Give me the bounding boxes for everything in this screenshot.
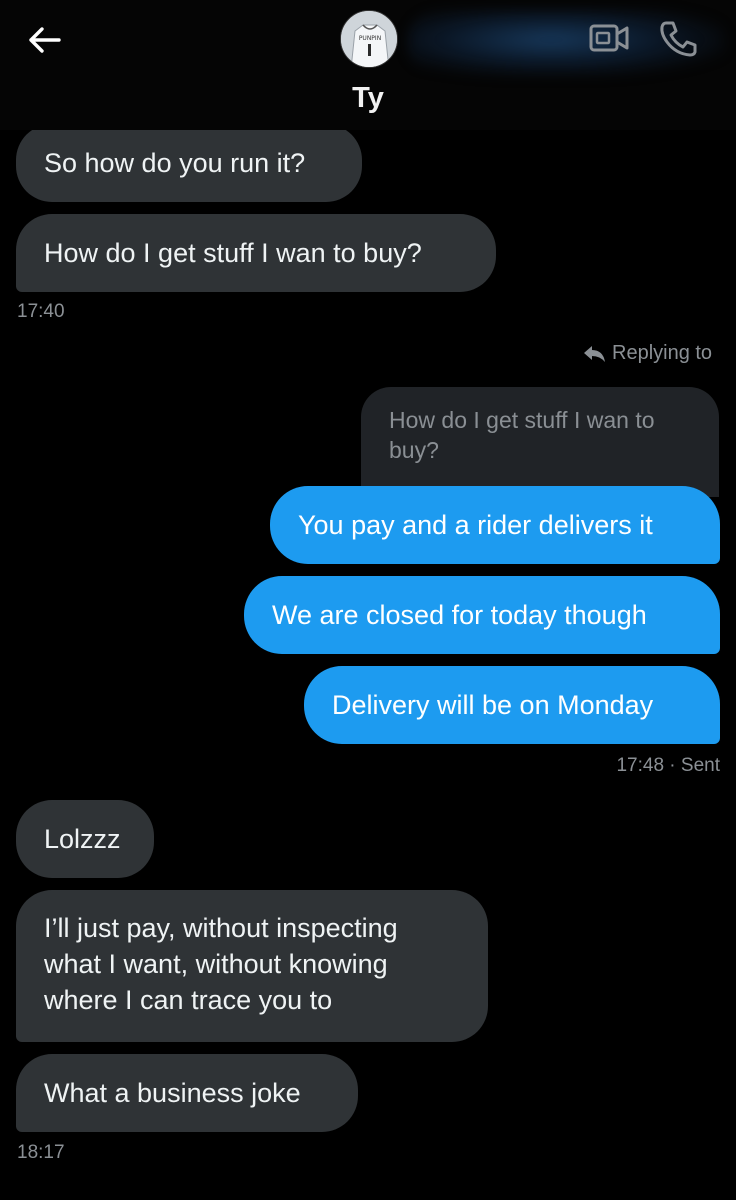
quoted-message[interactable]: How do I get stuff I wan to buy?	[361, 387, 719, 497]
message-incoming[interactable]: I’ll just pay, without inspecting what I…	[16, 890, 488, 1042]
avatar-jersey-text: PUNPIN	[359, 35, 381, 42]
video-call-icon	[589, 24, 629, 52]
message-incoming[interactable]: Lolzzz	[16, 800, 154, 878]
replying-to-text: Replying to	[612, 342, 713, 364]
phone-call-button[interactable]	[656, 18, 700, 58]
message-text: I’ll just pay, without inspecting what I…	[44, 913, 398, 1015]
message-timestamp-sent: 17:48 · Sent	[616, 755, 720, 776]
message-timestamp: 18:17	[17, 1142, 65, 1163]
message-incoming[interactable]: What a business joke	[16, 1054, 358, 1132]
reply-icon	[584, 345, 605, 362]
video-call-button[interactable]	[588, 20, 630, 56]
contact-name[interactable]: Ty	[318, 82, 418, 115]
message-text: We are closed for today though	[272, 600, 647, 630]
replying-to-label[interactable]: Replying to	[582, 342, 712, 365]
avatar[interactable]: PUNPIN	[340, 10, 398, 68]
chat-header: PUNPIN Ty	[0, 0, 736, 130]
message-outgoing[interactable]: We are closed for today though	[244, 576, 720, 654]
message-timestamp: 17:40	[17, 301, 65, 322]
message-text: You pay and a rider delivers it	[298, 510, 653, 540]
message-text: What a business joke	[44, 1078, 301, 1108]
message-incoming[interactable]: How do I get stuff I wan to buy?	[16, 214, 496, 292]
message-text: How do I get stuff I wan to buy?	[44, 238, 422, 268]
phone-icon	[660, 21, 697, 57]
message-text: Delivery will be on Monday	[332, 690, 654, 720]
back-button[interactable]	[22, 22, 66, 58]
arrow-left-icon	[29, 27, 61, 53]
message-text: So how do you run it?	[44, 148, 306, 178]
quoted-message-text: How do I get stuff I wan to buy?	[389, 407, 655, 463]
message-incoming[interactable]: So how do you run it?	[16, 124, 362, 202]
message-text: Lolzzz	[44, 824, 121, 854]
message-outgoing[interactable]: Delivery will be on Monday	[304, 666, 720, 744]
jersey-avatar-image: PUNPIN	[341, 11, 397, 67]
message-outgoing[interactable]: You pay and a rider delivers it	[270, 486, 720, 564]
